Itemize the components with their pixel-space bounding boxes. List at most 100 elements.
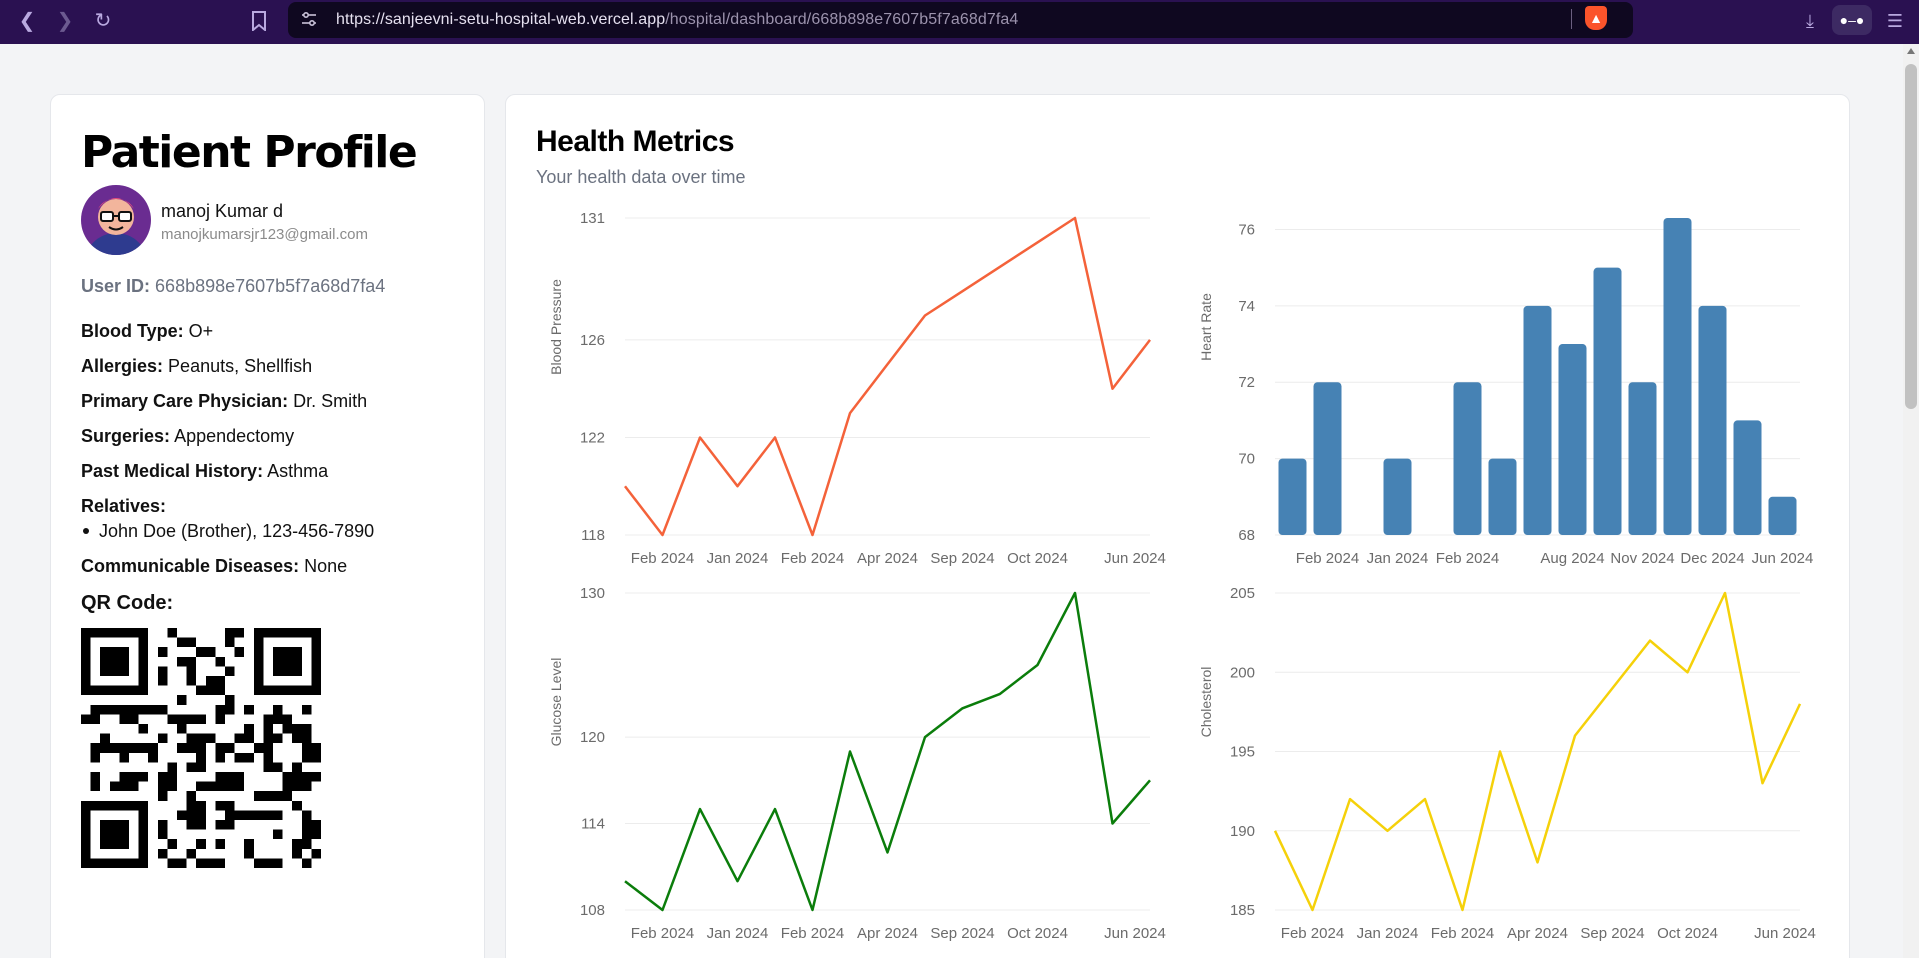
address-bar[interactable]: https://sanjeevni-setu-hospital-web.verc… [288,2,1633,38]
url-text[interactable]: https://sanjeevni-setu-hospital-web.verc… [336,11,1018,29]
relatives-label: Relatives: [81,496,167,516]
data-point[interactable] [770,432,780,442]
data-point[interactable] [1570,731,1580,741]
data-point[interactable] [1070,588,1080,598]
data-point[interactable] [1495,747,1505,757]
x-tick-label: Oct 2024 [1007,925,1068,942]
bar[interactable] [1663,218,1692,535]
data-point[interactable] [620,876,630,886]
series-line [624,216,1151,537]
data-point[interactable] [1033,660,1043,670]
bar[interactable] [1278,458,1307,535]
data-point[interactable] [733,876,743,886]
data-point[interactable] [658,530,668,540]
data-point[interactable] [920,311,930,321]
data-point[interactable] [808,530,818,540]
bar[interactable] [1313,382,1342,535]
blood-type-field: Blood Type: O+ [81,321,214,341]
x-tick-label: Sep 2024 [1580,925,1644,942]
data-point[interactable] [883,847,893,857]
allergies-field: Allergies: Peanuts, Shellfish [81,356,313,376]
data-point[interactable] [1795,699,1805,709]
back-icon[interactable]: ❮ [12,6,42,36]
data-point[interactable] [1533,857,1543,867]
data-point[interactable] [1683,667,1693,677]
series-line [624,591,1151,912]
user-name: manoj Kumar d [161,201,284,221]
download-icon[interactable]: ⤓ [1795,6,1825,36]
page-scrollbar[interactable] [1903,44,1919,958]
metrics-subtitle: Your health data over time [536,167,746,187]
y-tick-label: 70 [1238,451,1255,468]
data-point[interactable] [620,481,630,491]
data-point[interactable] [1108,819,1118,829]
data-point[interactable] [1033,237,1043,247]
private-window-icon[interactable]: ●–● [1832,5,1872,35]
data-point[interactable] [1458,905,1468,915]
scroll-thumb[interactable] [1905,64,1917,409]
x-tick-label: Jan 2024 [707,925,769,942]
data-point[interactable] [1070,213,1080,223]
bar[interactable] [1558,344,1587,535]
data-point[interactable] [845,747,855,757]
data-point[interactable] [958,703,968,713]
data-point[interactable] [1270,826,1280,836]
data-point[interactable] [733,481,743,491]
data-point[interactable] [1145,775,1155,785]
data-point[interactable] [1345,794,1355,804]
data-point[interactable] [1645,636,1655,646]
bar[interactable] [1768,496,1797,535]
data-point[interactable] [1308,905,1318,915]
y-tick-label: 74 [1238,298,1255,315]
data-point[interactable] [808,905,818,915]
data-point[interactable] [658,905,668,915]
scroll-up-arrow[interactable] [1907,48,1915,54]
y-tick-label: 130 [580,585,605,602]
surgeries-field: Surgeries: Appendectomy [81,426,295,446]
x-tick-label: Jun 2024 [1754,925,1816,942]
y-tick-label: 68 [1238,527,1255,544]
x-tick-label: Sep 2024 [930,550,994,567]
user-email: manojkumarsjr123@gmail.com [161,226,368,243]
data-point[interactable] [958,286,968,296]
bar[interactable] [1628,382,1657,535]
y-tick-label: 122 [580,429,605,446]
site-settings-icon[interactable] [300,10,320,30]
y-tick-label: 108 [580,902,605,919]
y-tick-label: 126 [580,332,605,349]
data-point[interactable] [695,432,705,442]
y-tick-label: 76 [1238,221,1255,238]
data-point[interactable] [770,804,780,814]
brave-shield-icon[interactable]: ▲ [1585,6,1607,30]
data-point[interactable] [1720,588,1730,598]
bar[interactable] [1593,267,1622,535]
menu-icon[interactable]: ☰ [1880,6,1910,36]
bookmark-icon[interactable] [244,6,274,36]
bar[interactable] [1453,382,1482,535]
bar[interactable] [1523,305,1552,535]
data-point[interactable] [1145,335,1155,345]
bar[interactable] [1698,305,1727,535]
data-point[interactable] [1108,384,1118,394]
data-point[interactable] [845,408,855,418]
data-point[interactable] [883,359,893,369]
data-point[interactable] [1608,683,1618,693]
data-point[interactable] [1758,778,1768,788]
data-point[interactable] [695,804,705,814]
data-point[interactable] [1420,794,1430,804]
bar[interactable] [1488,458,1517,535]
reload-icon[interactable]: ↻ [88,6,118,36]
y-tick-label: 205 [1230,585,1255,602]
forward-icon[interactable]: ❯ [50,6,80,36]
data-point[interactable] [995,689,1005,699]
data-point[interactable] [995,262,1005,272]
x-tick-label: Feb 2024 [1281,925,1344,942]
physician-field: Primary Care Physician: Dr. Smith [81,391,368,411]
bar[interactable] [1733,420,1762,535]
y-tick-label: 114 [581,816,605,833]
x-tick-label: Apr 2024 [1507,925,1568,942]
data-point[interactable] [920,732,930,742]
bar[interactable] [1383,458,1412,535]
data-point[interactable] [1383,826,1393,836]
x-tick-label: Oct 2024 [1657,925,1718,942]
